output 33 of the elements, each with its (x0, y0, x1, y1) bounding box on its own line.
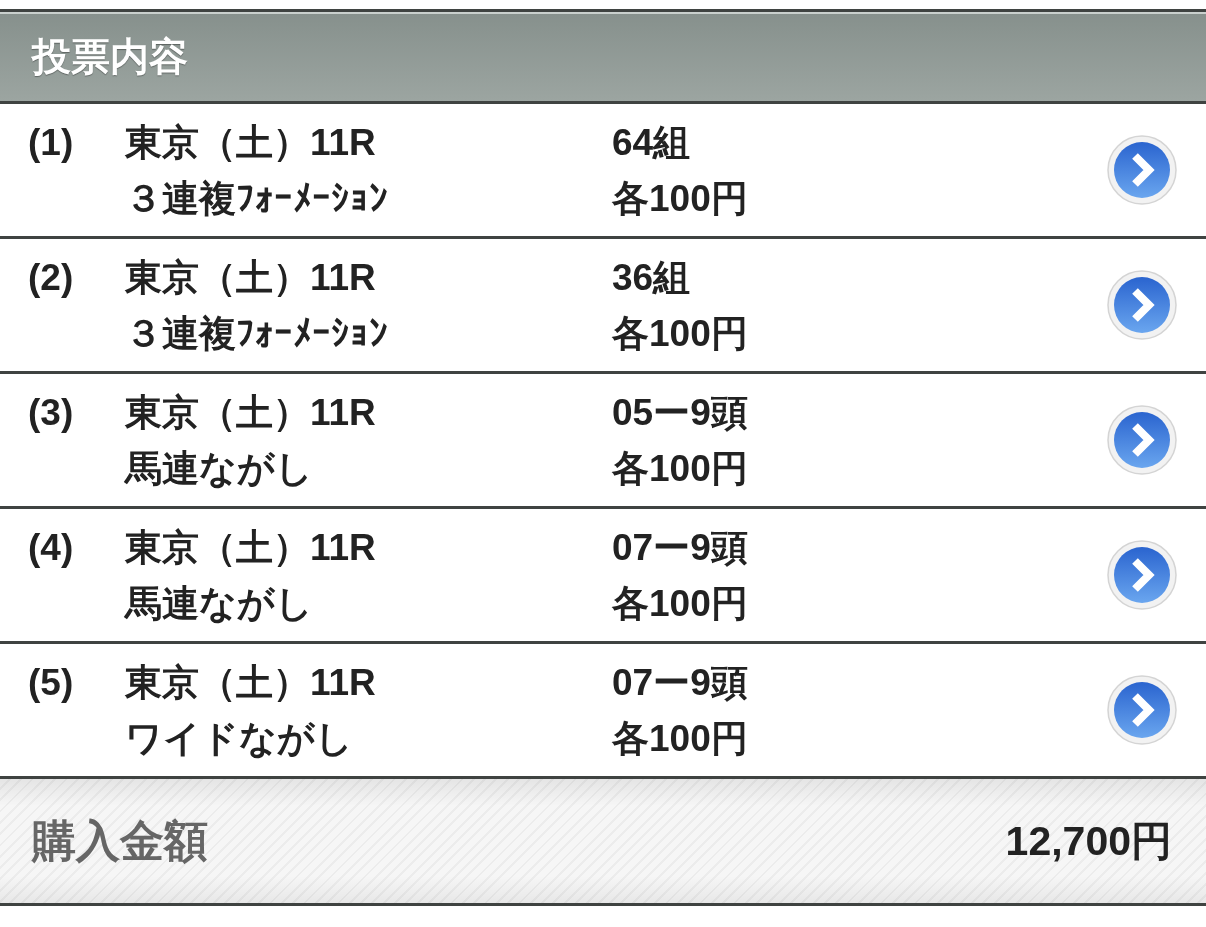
total-amount: 12,700円 (1005, 820, 1172, 862)
chevron-right-icon[interactable] (1106, 405, 1178, 477)
bet-type: 馬連ながし (125, 447, 314, 491)
bet-number: (3) (28, 391, 75, 435)
section-title: 投票内容 (32, 37, 188, 76)
unit-price: 各100円 (612, 717, 749, 761)
chevron-right-icon[interactable] (1106, 135, 1178, 207)
bet-count: 05ー9頭 (612, 391, 749, 435)
unit-price: 各100円 (612, 312, 749, 356)
bet-type: 馬連ながし (125, 582, 314, 626)
bet-number: (4) (28, 526, 75, 570)
race-name: 東京（土）11R (125, 391, 377, 435)
bet-count: 36組 (612, 256, 692, 300)
bet-type: ３連複ﾌｫｰﾒｰｼｮﾝ (125, 312, 389, 356)
chevron-right-icon[interactable] (1106, 540, 1178, 612)
total-label: 購入金額 (32, 819, 208, 863)
bet-count: 07ー9頭 (612, 526, 749, 570)
race-name: 東京（土）11R (125, 121, 377, 165)
race-name: 東京（土）11R (125, 256, 377, 300)
bet-count: 07ー9頭 (612, 661, 749, 705)
bet-type: ワイドながし (125, 717, 354, 761)
unit-price: 各100円 (612, 177, 749, 221)
race-name: 東京（土）11R (125, 526, 377, 570)
chevron-right-icon[interactable] (1106, 270, 1178, 342)
bet-number: (2) (28, 256, 75, 300)
race-name: 東京（土）11R (125, 661, 377, 705)
unit-price: 各100円 (612, 582, 749, 626)
bet-number: (1) (28, 121, 75, 165)
bet-count: 64組 (612, 121, 692, 165)
chevron-right-icon[interactable] (1106, 675, 1178, 747)
bet-type: ３連複ﾌｫｰﾒｰｼｮﾝ (125, 177, 389, 221)
bet-number: (5) (28, 661, 75, 705)
unit-price: 各100円 (612, 447, 749, 491)
